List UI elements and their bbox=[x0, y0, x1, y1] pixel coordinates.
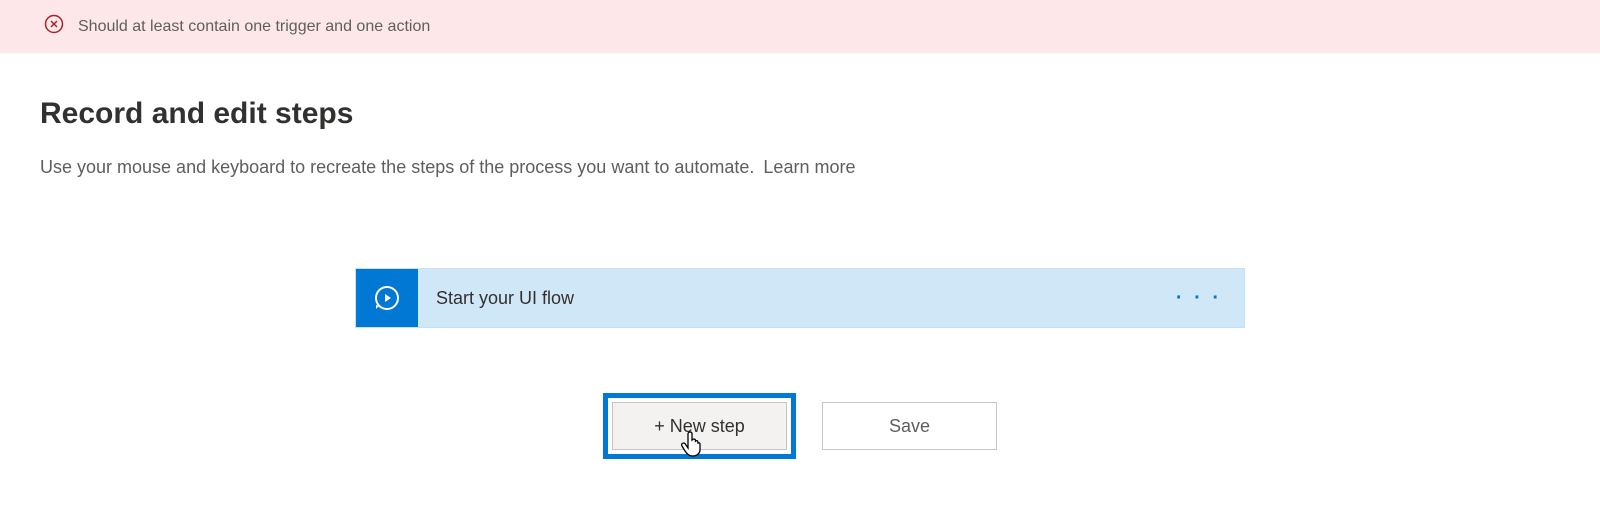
flow-canvas: Start your UI flow · · · + New step Save bbox=[40, 268, 1560, 459]
learn-more-link[interactable]: Learn more bbox=[763, 157, 855, 177]
step-card-start[interactable]: Start your UI flow · · · bbox=[355, 268, 1245, 328]
new-step-highlight: + New step bbox=[603, 393, 796, 459]
new-step-button[interactable]: + New step bbox=[612, 402, 787, 450]
error-circle-icon bbox=[44, 14, 64, 39]
main-content: Record and edit steps Use your mouse and… bbox=[0, 53, 1600, 479]
page-description: Use your mouse and keyboard to recreate … bbox=[40, 157, 1560, 178]
description-text: Use your mouse and keyboard to recreate … bbox=[40, 157, 754, 177]
action-buttons: + New step Save bbox=[603, 393, 997, 459]
more-icon[interactable]: · · · bbox=[1176, 288, 1222, 308]
error-message: Should at least contain one trigger and … bbox=[78, 18, 430, 36]
error-banner: Should at least contain one trigger and … bbox=[0, 0, 1600, 53]
save-button[interactable]: Save bbox=[822, 402, 997, 450]
record-icon bbox=[356, 269, 418, 327]
step-title: Start your UI flow bbox=[418, 288, 574, 309]
page-title: Record and edit steps bbox=[40, 97, 1560, 131]
